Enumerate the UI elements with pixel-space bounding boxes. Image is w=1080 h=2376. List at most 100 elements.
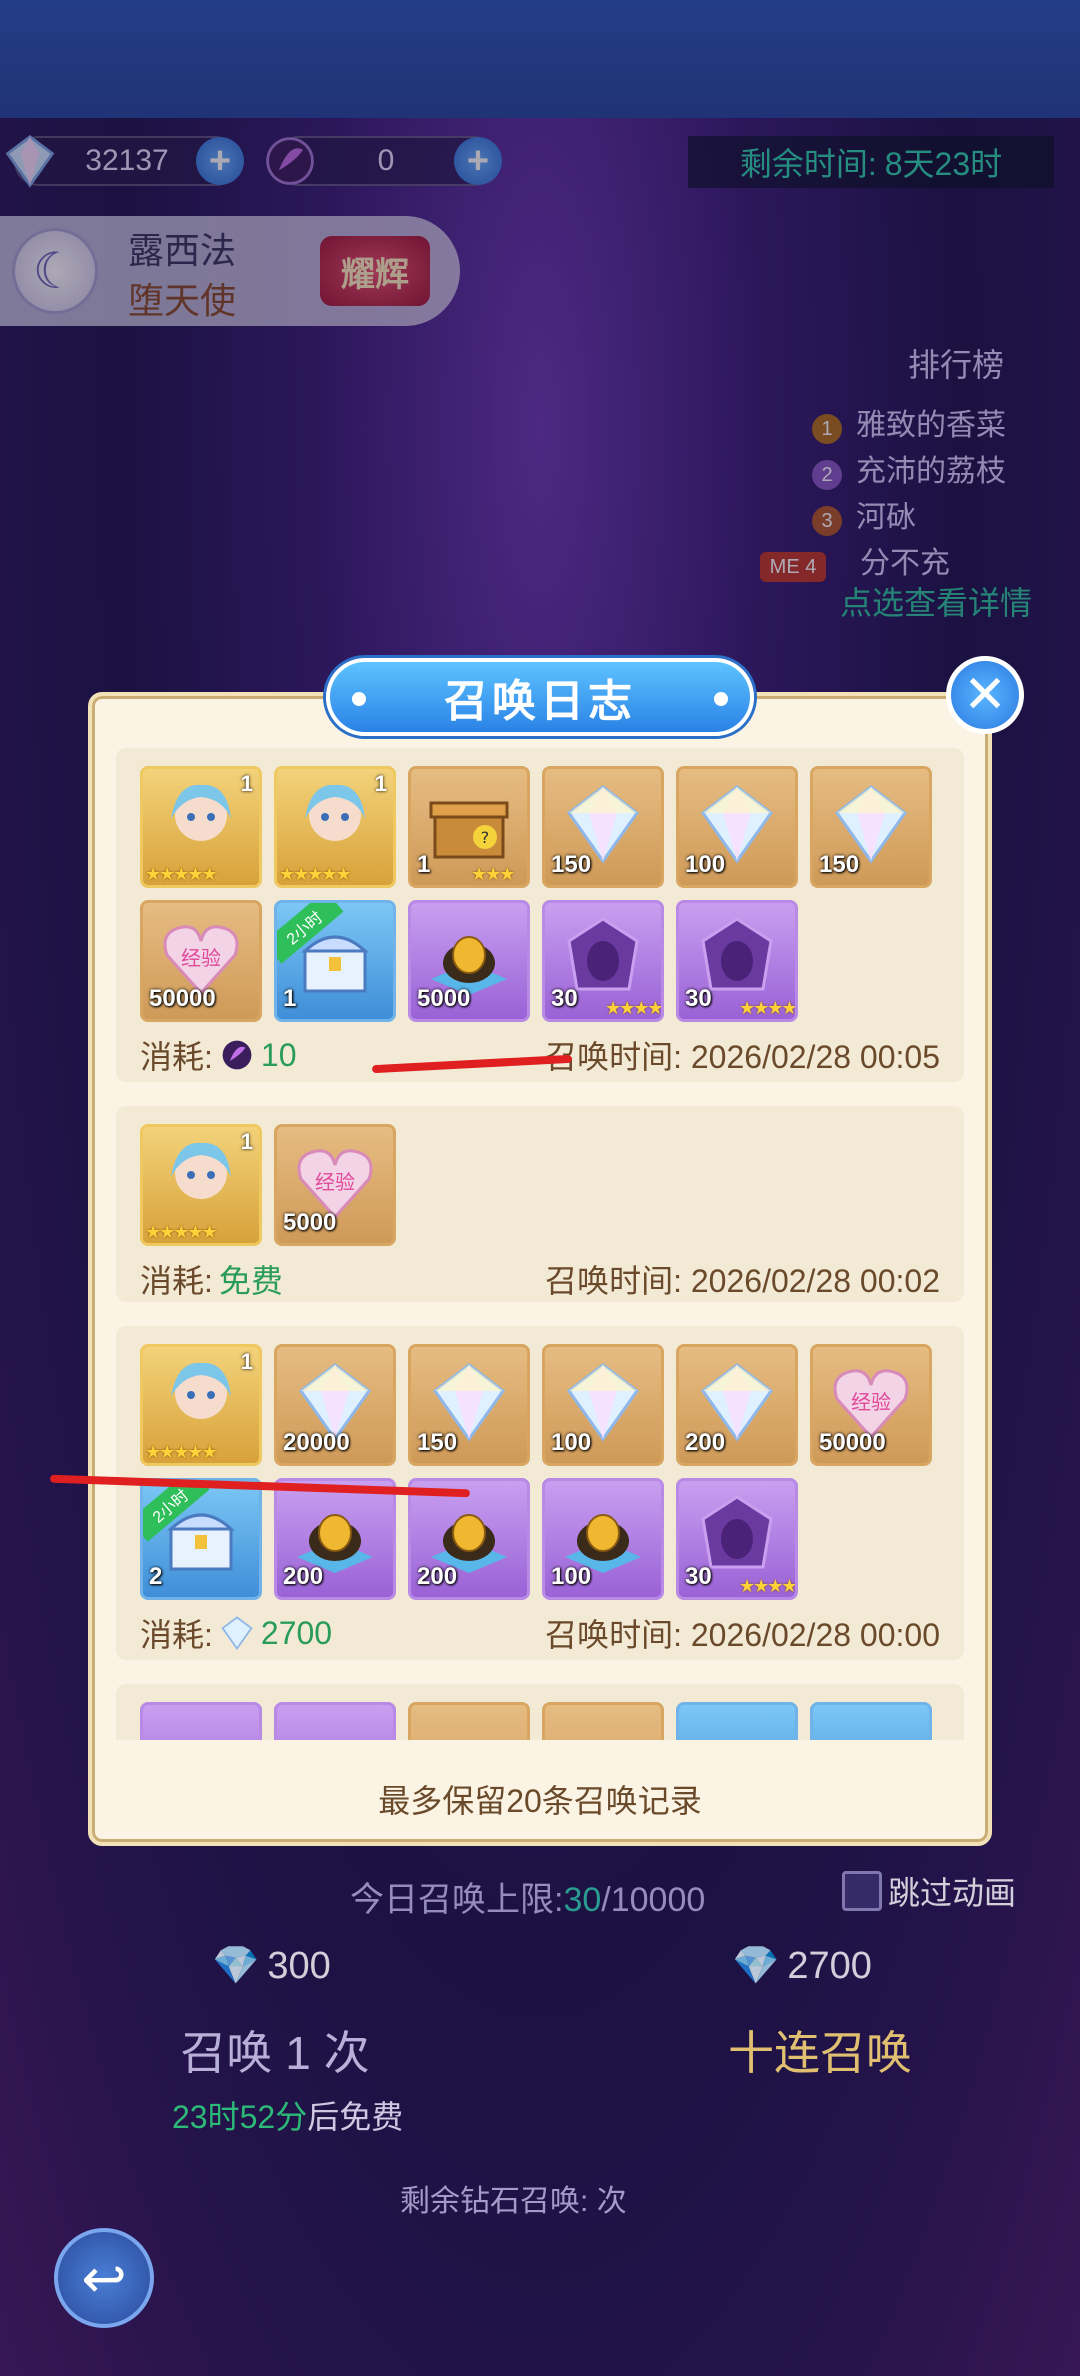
character-icon: [157, 779, 245, 867]
character-icon: [157, 1137, 245, 1225]
summon-log-entry: 1 ★★★★★ 20000 150 100 200 经验 50000 2小时 2 200 200 100…: [116, 1326, 964, 1660]
reward-count: 30: [685, 1563, 712, 1590]
summon-log-footer: 消耗: 免费 召唤时间: 2026/02/28 00:02: [140, 1254, 940, 1304]
reward-icon[interactable]: [810, 1702, 932, 1740]
multi-cost-value: 2700: [787, 1944, 872, 1987]
record-limit-note: 最多保留20条召唤记录: [378, 1783, 702, 1819]
diamond-reward-icon[interactable]: 20000: [274, 1344, 396, 1466]
summon-log-footer: 消耗: 2700 召唤时间: 2026/02/28 00:00: [140, 1608, 940, 1658]
svg-text:?: ?: [481, 828, 490, 847]
multi-summon-cost: 💎 2700: [732, 1944, 872, 1988]
cost-label: 消耗:: [140, 1039, 213, 1075]
gold-egg-reward-icon[interactable]: 5000: [408, 900, 530, 1022]
star-rating: ★★★★: [739, 1576, 796, 1596]
chest-2h-reward-icon[interactable]: 2小时 2: [140, 1478, 262, 1600]
purple-crystal-reward-icon[interactable]: 30 ★★★★: [542, 900, 664, 1022]
time-label: 召唤时间:: [545, 1617, 682, 1653]
exp-heart-reward-icon[interactable]: 经验 50000: [810, 1344, 932, 1466]
summon-log-entry: 1 ★★★★★ 1 ★★★★★? 1 ★★★ 150 100 150 经验 50000 2小时 1 500…: [116, 748, 964, 1082]
reward-count: 100: [685, 851, 726, 878]
character-reward-icon[interactable]: 1 ★★★★★: [140, 766, 262, 888]
reward-count: 2: [149, 1563, 163, 1590]
gold-egg-reward-icon[interactable]: 200: [274, 1478, 396, 1600]
summon-time: 召唤时间: 2026/02/28 00:05: [545, 1032, 940, 1078]
reward-count: 1: [283, 985, 297, 1012]
exp-heart-reward-icon[interactable]: 经验 50000: [140, 900, 262, 1022]
summon-time: 召唤时间: 2026/02/28 00:02: [545, 1256, 940, 1302]
purple-crystal-reward-icon[interactable]: 30 ★★★★: [676, 900, 798, 1022]
diamond-reward-icon[interactable]: 200: [676, 1344, 798, 1466]
diamond-reward-icon[interactable]: 100: [542, 1344, 664, 1466]
reward-count: 200: [417, 1563, 458, 1590]
cost-value: 免费: [218, 1263, 283, 1299]
time-value: 2026/02/28 00:05: [690, 1039, 940, 1075]
back-arrow-icon: ↩: [81, 2248, 127, 2309]
reward-count: 150: [819, 851, 860, 878]
diamond-icon: [221, 1616, 253, 1651]
star-rating: ★★★: [471, 864, 515, 884]
level-label: 1: [240, 1349, 253, 1374]
reward-count: 5000: [417, 985, 471, 1012]
mystery-box-icon: ?: [425, 779, 513, 867]
free-suffix: 后免费: [307, 2099, 404, 2135]
cost-value: 2700: [260, 1614, 333, 1651]
character-reward-icon[interactable]: 1 ★★★★★: [140, 1344, 262, 1466]
reward-count: 1: [417, 851, 431, 878]
svg-text:经验: 经验: [851, 1390, 891, 1414]
level-label: 1: [240, 1129, 253, 1154]
character-reward-icon[interactable]: 1 ★★★★★: [140, 1124, 262, 1246]
limit-total: /10000: [601, 1881, 706, 1919]
reward-count: 5000: [283, 1209, 337, 1236]
character-reward-icon[interactable]: 1 ★★★★★: [274, 766, 396, 888]
back-button[interactable]: ↩: [54, 2228, 154, 2328]
diamond-reward-icon[interactable]: 100: [676, 766, 798, 888]
cost-label: 消耗:: [140, 1263, 213, 1299]
single-summon-cost: 💎 300: [212, 1944, 331, 1988]
reward-count: 150: [551, 851, 592, 878]
reward-icon[interactable]: [408, 1702, 530, 1740]
diamond-icon: 💎: [732, 1945, 780, 1987]
diamond-reward-icon[interactable]: 150: [408, 1344, 530, 1466]
skip-label: 跳过动画: [888, 1875, 1017, 1911]
summon-ten-button[interactable]: 十连召唤: [610, 2010, 1030, 2090]
reward-count: 20000: [283, 1429, 350, 1456]
svg-text:经验: 经验: [181, 946, 221, 970]
summon-log-footer: 消耗: 10 召唤时间: 2026/02/28 00:05: [140, 1030, 940, 1080]
mystery-box-reward-icon[interactable]: ? 1 ★★★: [408, 766, 530, 888]
summon-once-button[interactable]: 召唤 1 次: [60, 2010, 490, 2090]
summon-log-entry: [116, 1684, 964, 1740]
reward-count: 150: [417, 1429, 458, 1456]
remain-label: 剩余钻石召唤:: [400, 2185, 589, 2218]
summon-time: 召唤时间: 2026/02/28 00:00: [545, 1610, 940, 1656]
reward-icon[interactable]: [140, 1702, 262, 1740]
time-value: 2026/02/28 00:00: [690, 1617, 940, 1653]
purple-crystal-reward-icon[interactable]: 30 ★★★★: [676, 1478, 798, 1600]
chest-2h-reward-icon[interactable]: 2小时 1: [274, 900, 396, 1022]
diamond-reward-icon[interactable]: 150: [542, 766, 664, 888]
reward-count: 100: [551, 1429, 592, 1456]
close-button[interactable]: ✕: [946, 656, 1024, 734]
reward-count: 50000: [819, 1429, 886, 1456]
remain-suffix: 次: [596, 2185, 627, 2218]
character-icon: [291, 779, 379, 867]
reward-count: 200: [685, 1429, 726, 1456]
reward-icon[interactable]: [676, 1702, 798, 1740]
checkbox[interactable]: [842, 1871, 882, 1911]
reward-icon[interactable]: [542, 1702, 664, 1740]
gold-egg-reward-icon[interactable]: 200: [408, 1478, 530, 1600]
single-cost-value: 300: [267, 1944, 331, 1987]
reward-count: 30: [551, 985, 578, 1012]
reward-count: 100: [551, 1563, 592, 1590]
reward-icon[interactable]: [274, 1702, 396, 1740]
summon-log-entry: 1 ★★★★★ 经验 5000 消耗: 免费 召唤时间: 2026/02/28 00:02: [116, 1106, 964, 1302]
reward-count: 30: [685, 985, 712, 1012]
gold-egg-reward-icon[interactable]: 100: [542, 1478, 664, 1600]
diamond-reward-icon[interactable]: 150: [810, 766, 932, 888]
level-label: 1: [240, 771, 253, 796]
level-label: 1: [374, 771, 387, 796]
cost-value: 10: [260, 1036, 297, 1073]
dark-gem-icon: [222, 1040, 252, 1070]
exp-heart-reward-icon[interactable]: 经验 5000: [274, 1124, 396, 1246]
skip-animation-toggle[interactable]: 跳过动画: [842, 1868, 1016, 1914]
summon-log-list[interactable]: 1 ★★★★★ 1 ★★★★★? 1 ★★★ 150 100 150 经验 50000 2小时 1 500…: [116, 748, 964, 1740]
